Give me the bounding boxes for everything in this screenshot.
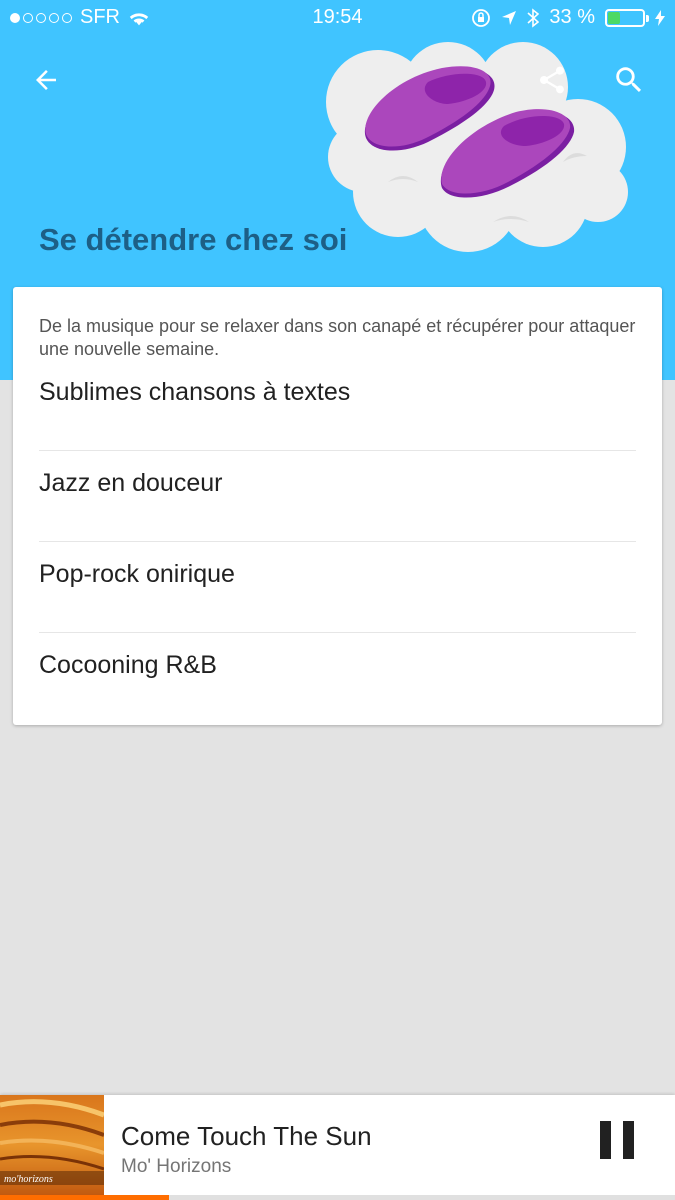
list-item-label: Sublimes chansons à textes — [39, 378, 351, 406]
list-item[interactable]: Sublimes chansons à textes — [13, 360, 662, 451]
pause-button[interactable] — [590, 1121, 644, 1169]
list-item-label: Cocooning R&B — [39, 651, 217, 679]
card-description: De la musique pour se relaxer dans son c… — [39, 316, 636, 359]
playlist-card: De la musique pour se relaxer dans son c… — [13, 287, 662, 725]
slippers-cloud-illustration — [326, 42, 628, 252]
list-item-label: Jazz en douceur — [39, 469, 223, 497]
list-item[interactable]: Pop-rock onirique — [13, 542, 662, 633]
track-title: Come Touch The Sun — [121, 1121, 372, 1151]
charging-icon — [655, 9, 665, 26]
pause-icon — [600, 1121, 611, 1159]
playback-progress-fill — [0, 1195, 169, 1200]
search-icon — [616, 67, 642, 93]
share-button[interactable] — [530, 58, 574, 102]
page-title: Se détendre chez soi — [39, 222, 348, 257]
battery-percent: 33 % — [549, 6, 595, 28]
now-playing-bar[interactable]: mo'horizons Come Touch The Sun Mo' Horiz… — [0, 1095, 675, 1200]
list-item[interactable]: Cocooning R&B — [13, 633, 662, 724]
playlist-list: Sublimes chansons à textes Jazz en douce… — [13, 360, 662, 724]
arrow-back-icon — [36, 70, 56, 90]
bluetooth-icon — [527, 7, 540, 28]
back-button[interactable] — [24, 58, 68, 102]
track-artist: Mo' Horizons — [121, 1156, 232, 1177]
album-logo-text: mo'horizons — [4, 1174, 53, 1185]
list-item-label: Pop-rock onirique — [39, 560, 235, 588]
location-icon — [502, 10, 517, 25]
list-item[interactable]: Jazz en douceur — [13, 451, 662, 542]
share-icon — [540, 66, 564, 94]
orientation-lock-icon — [472, 8, 491, 27]
status-bar: SFR 19:54 33 % — [0, 0, 675, 34]
album-art[interactable]: mo'horizons — [0, 1095, 104, 1195]
search-button[interactable] — [607, 58, 651, 102]
playback-progress[interactable] — [0, 1195, 675, 1200]
battery-icon — [605, 8, 649, 27]
